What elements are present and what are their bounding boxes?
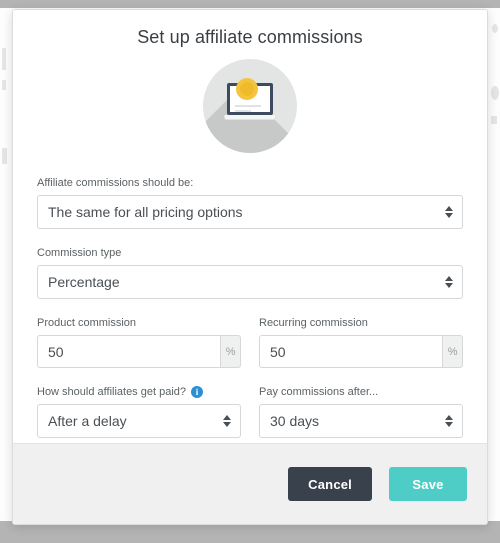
commission-type-label: Commission type	[37, 247, 463, 259]
product-commission-label-text: Product commission	[37, 317, 137, 329]
field-commission-scope: Affiliate commissions should be: The sam…	[28, 177, 472, 229]
save-button[interactable]: Save	[389, 467, 467, 501]
payout-method-label: How should affiliates get paid? i	[37, 386, 241, 398]
recurring-commission-label: Recurring commission	[259, 317, 463, 329]
laptop-badge-icon	[203, 59, 297, 153]
background-artifact	[491, 86, 499, 100]
field-recurring-commission: Recurring commission %	[259, 317, 463, 368]
commission-type-value: Percentage	[48, 274, 120, 290]
info-icon[interactable]: i	[191, 386, 204, 398]
screen-line	[235, 110, 251, 112]
payout-method-value: After a delay	[48, 413, 127, 429]
laptop-graphic	[224, 78, 276, 121]
product-commission-input-group: %	[37, 335, 241, 368]
payout-delay-select[interactable]: 30 days	[259, 404, 463, 438]
field-product-commission: Product commission %	[37, 317, 241, 368]
modal-body: Set up affiliate commissions Affiliate c…	[13, 10, 487, 443]
coin-badge-icon	[236, 78, 258, 100]
stepper-arrows-icon[interactable]	[445, 206, 453, 218]
payout-settings-row: How should affiliates get paid? i After …	[28, 386, 472, 438]
commission-scope-label-text: Affiliate commissions should be:	[37, 177, 194, 189]
payout-delay-value: 30 days	[270, 413, 320, 429]
percent-addon-icon: %	[220, 335, 241, 368]
affiliate-commissions-modal: Set up affiliate commissions Affiliate c…	[12, 9, 488, 525]
product-commission-input[interactable]	[37, 335, 221, 368]
recurring-commission-input-group: %	[259, 335, 463, 368]
screen-line	[235, 105, 261, 107]
payout-method-select[interactable]: After a delay	[37, 404, 241, 438]
stepper-arrows-icon[interactable]	[223, 415, 231, 427]
field-commission-type: Commission type Percentage	[28, 247, 472, 299]
commission-amounts-row: Product commission % Recurring commissio…	[28, 317, 472, 368]
recurring-commission-input[interactable]	[259, 335, 443, 368]
laptop-base	[224, 115, 276, 120]
modal-footer: Cancel Save	[13, 443, 487, 524]
background-artifact	[492, 24, 498, 33]
recurring-commission-label-text: Recurring commission	[259, 317, 368, 329]
commission-type-label-text: Commission type	[37, 247, 122, 259]
percent-addon-icon: %	[442, 335, 463, 368]
background-artifact	[2, 80, 6, 90]
field-payout-delay: Pay commissions after... 30 days	[259, 386, 463, 438]
page-title: Set up affiliate commissions	[137, 27, 363, 47]
commission-scope-label: Affiliate commissions should be:	[37, 177, 463, 189]
commission-scope-value: The same for all pricing options	[48, 204, 243, 220]
product-commission-label: Product commission	[37, 317, 241, 329]
commission-type-select[interactable]: Percentage	[37, 265, 463, 299]
illustration-wrapper	[28, 59, 472, 153]
payout-delay-label-text: Pay commissions after...	[259, 386, 379, 398]
background-artifact	[2, 148, 7, 164]
commission-scope-select[interactable]: The same for all pricing options	[37, 195, 463, 229]
background-artifact	[2, 48, 6, 70]
cancel-button[interactable]: Cancel	[288, 467, 372, 501]
background-artifact	[491, 116, 497, 124]
payout-method-label-text: How should affiliates get paid?	[37, 386, 187, 398]
payout-delay-label: Pay commissions after...	[259, 386, 463, 398]
stepper-arrows-icon[interactable]	[445, 415, 453, 427]
field-payout-method: How should affiliates get paid? i After …	[37, 386, 241, 438]
stepper-arrows-icon[interactable]	[445, 276, 453, 288]
